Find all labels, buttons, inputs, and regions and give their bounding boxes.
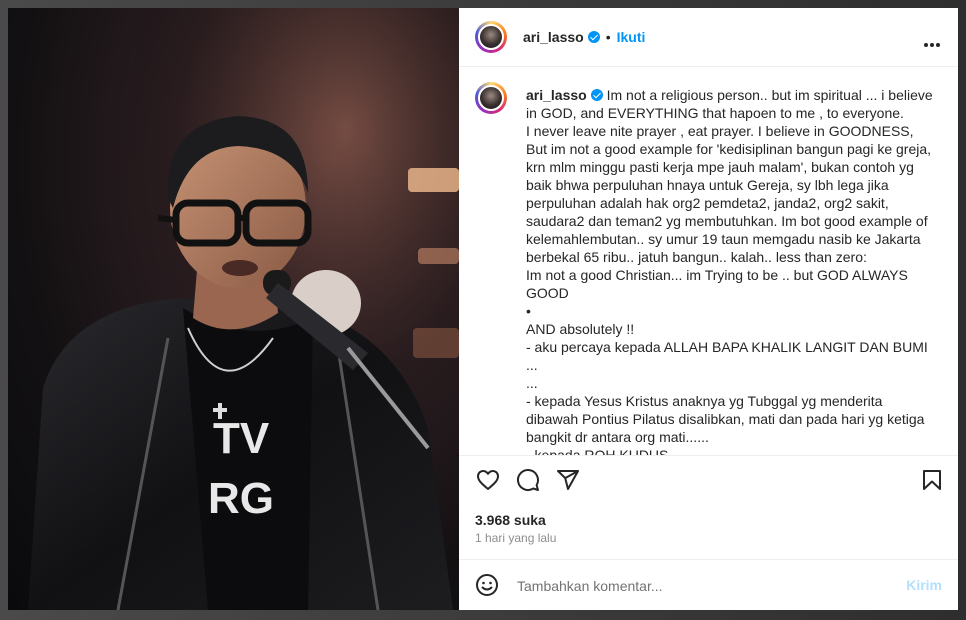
heart-icon[interactable] — [476, 468, 500, 497]
singer-photo-illustration: TV RG — [8, 8, 459, 610]
comment-input[interactable] — [515, 573, 889, 599]
author-avatar[interactable] — [475, 21, 507, 53]
follow-separator: • — [605, 29, 611, 45]
avatar-image — [478, 85, 504, 111]
author-username[interactable]: ari_lasso — [523, 29, 584, 45]
verified-badge-icon — [587, 31, 600, 43]
bookmark-icon[interactable] — [920, 468, 944, 497]
post-caption: ari_lasso Im not a religious person.. bu… — [526, 86, 934, 456]
caption-text: Im not a religious person.. but im spiri… — [526, 87, 933, 456]
comment-bar: Kirim — [459, 559, 958, 610]
action-bar — [459, 456, 958, 508]
avatar-image — [478, 24, 504, 50]
post-timestamp[interactable]: 1 hari yang lalu — [475, 531, 556, 545]
caption-author-avatar[interactable] — [475, 82, 507, 114]
post-panel: ari_lasso • Ikuti ari_lasso Im not a relig… — [459, 8, 958, 610]
more-options-icon[interactable] — [922, 34, 940, 52]
post-header: ari_lasso • Ikuti — [459, 8, 958, 67]
header-author: ari_lasso • Ikuti — [523, 29, 645, 47]
svg-text:RG: RG — [208, 474, 274, 523]
caption-username[interactable]: ari_lasso — [526, 87, 587, 103]
post-comment-button[interactable]: Kirim — [906, 577, 942, 593]
comment-icon[interactable] — [516, 468, 540, 497]
paper-plane-icon[interactable] — [556, 468, 580, 497]
emoji-icon[interactable] — [475, 573, 499, 602]
follow-button[interactable]: Ikuti — [617, 29, 646, 45]
likes-count[interactable]: 3.968 suka — [475, 512, 546, 528]
verified-badge-icon — [590, 89, 603, 101]
svg-text:TV: TV — [213, 414, 270, 463]
post-photo[interactable]: TV RG — [8, 8, 459, 610]
caption-area[interactable]: ari_lasso Im not a religious person.. bu… — [459, 68, 958, 456]
